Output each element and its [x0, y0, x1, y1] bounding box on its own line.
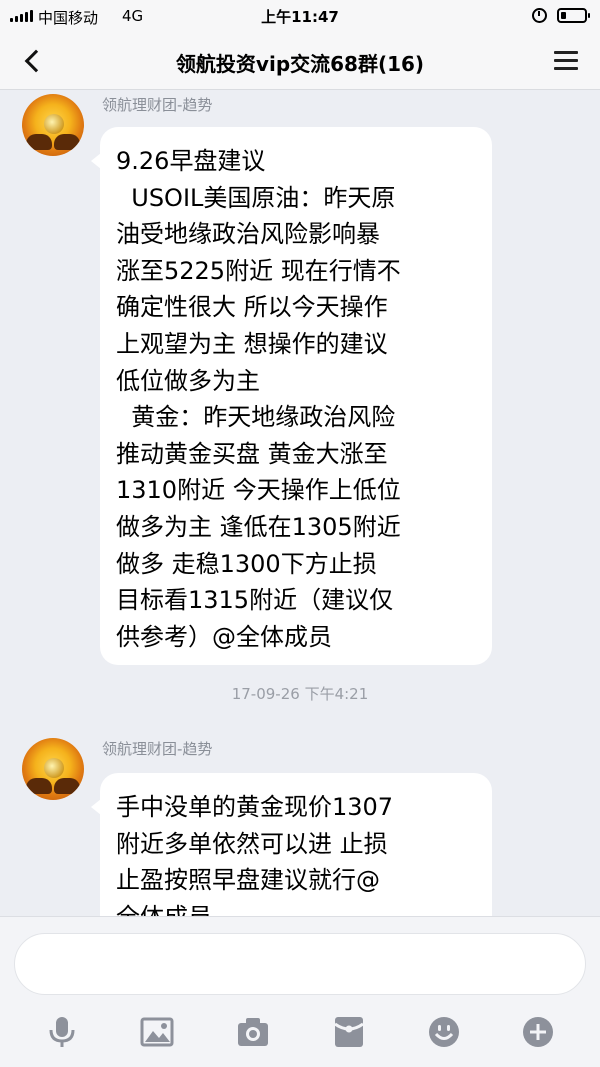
- message-line: 做多为主 逢低在1305附近: [116, 512, 401, 541]
- sender-name: 领航理财团-趋势: [102, 740, 213, 758]
- message-line: 油受地缘政治风险影响暴: [116, 220, 380, 249]
- chat-title: 领航投资vip交流68群(16): [175, 52, 425, 76]
- input-bar: [0, 916, 600, 1067]
- alarm-icon: [532, 8, 547, 23]
- message-line: 附近多单依然可以进 止损: [116, 829, 388, 858]
- message-line: 供参考）@全体成员: [116, 622, 332, 651]
- message-line: 做多 走稳1300下方止损: [116, 549, 377, 578]
- message-timestamp: 17-09-26 下午4:21: [231, 685, 369, 703]
- message-line: 止盈按照早盘建议就行@: [116, 866, 380, 895]
- message-line: 涨至5225附近 现在行情不: [116, 256, 401, 285]
- avatar[interactable]: [22, 94, 84, 156]
- chat-area[interactable]: 领航理财团-趋势 9.26早盘建议 USOIL美国原油：昨天原 油受地缘政治风险…: [0, 91, 600, 916]
- message-line: 9.26早盘建议: [116, 147, 266, 175]
- message-line: 目标看1315附近（建议仅: [116, 586, 394, 615]
- camera-icon[interactable]: [236, 1015, 270, 1049]
- red-packet-icon[interactable]: [332, 1015, 366, 1049]
- avatar[interactable]: [22, 738, 84, 800]
- status-bar: 中国移动 4G 上午11:47: [0, 0, 600, 32]
- message-line: 上观望为主 想操作的建议: [116, 329, 388, 358]
- emoji-icon[interactable]: [427, 1015, 461, 1049]
- message-line: 全体成员: [116, 899, 476, 916]
- message-line: 黄金：昨天地缘政治风险: [116, 403, 396, 432]
- battery-icon: [557, 8, 590, 23]
- menu-button[interactable]: [552, 48, 580, 74]
- message-line: 确定性很大 所以今天操作: [116, 293, 388, 322]
- image-icon[interactable]: [140, 1015, 174, 1049]
- message-line: 推动黄金买盘 黄金大涨至: [116, 439, 388, 468]
- plus-icon[interactable]: [521, 1015, 555, 1049]
- message-line: 低位做多为主: [116, 366, 260, 395]
- nav-bar: 领航投资vip交流68群(16): [0, 32, 600, 90]
- message-input[interactable]: [14, 933, 586, 995]
- message-bubble[interactable]: 9.26早盘建议 USOIL美国原油：昨天原 油受地缘政治风险影响暴 涨至522…: [91, 127, 492, 665]
- message-bubble[interactable]: 手中没单的黄金现价1307 附近多单依然可以进 止损 止盈按照早盘建议就行@ 全…: [91, 773, 492, 916]
- microphone-icon[interactable]: [45, 1015, 79, 1049]
- status-time: 上午11:47: [261, 8, 339, 26]
- message-line: 手中没单的黄金现价1307: [116, 793, 394, 821]
- sender-name: 领航理财团-趋势: [102, 96, 213, 114]
- message-line: USOIL美国原油：昨天原: [116, 183, 396, 212]
- message-line: 1310附近 今天操作上低位: [116, 476, 401, 505]
